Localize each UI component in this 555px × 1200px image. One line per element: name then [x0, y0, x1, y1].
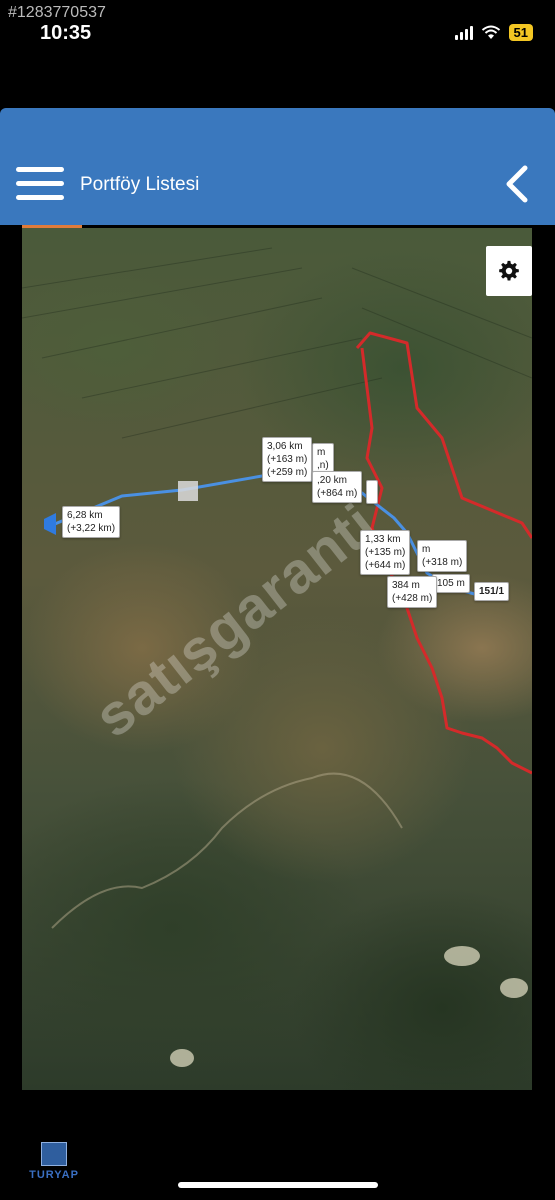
app-bar: Portföy Listesi [0, 108, 555, 225]
logo-text: TURYAP [29, 1169, 79, 1181]
distance-label[interactable]: 1,33 km (+135 m) (+644 m) [360, 530, 411, 575]
status-time: 10:35 [40, 22, 92, 44]
chevron-left-icon[interactable] [499, 164, 535, 204]
distance-label[interactable]: 6,28 km (+3,22 km) [62, 506, 121, 538]
distance-label[interactable]: m (+318 m) [417, 540, 468, 572]
status-bar: 10:35 51 [0, 0, 555, 50]
home-indicator[interactable] [178, 1182, 378, 1188]
battery-icon: 51 [508, 24, 533, 41]
map-settings-button[interactable] [486, 246, 532, 296]
status-icons: 51 [454, 24, 533, 41]
map-overlay [22, 247, 532, 1067]
turyap-logo: TURYAP [16, 1142, 92, 1181]
cellular-signal-icon [454, 25, 473, 40]
distance-label[interactable]: 3,06 km (+163 m) (+259 m) [262, 437, 313, 482]
distance-label[interactable]: ,20 km (+864 m) [312, 471, 363, 503]
route-waypoint [178, 481, 198, 501]
parcel-label[interactable]: 151/1 [474, 582, 510, 601]
logo-mark [41, 1142, 67, 1166]
wifi-icon [481, 25, 500, 39]
hamburger-menu-icon[interactable] [16, 167, 64, 201]
river-line [51, 772, 403, 929]
distance-label[interactable]: 384 m (+428 m) [387, 576, 438, 608]
distance-label-stack [366, 480, 378, 504]
start-marker-icon[interactable] [42, 511, 64, 537]
page-title: Portföy Listesi [80, 174, 200, 195]
gear-icon [499, 260, 519, 281]
distance-label[interactable]: 105 m [432, 574, 470, 593]
satellite-map[interactable]: satışgaranti 6,28 km (+3,22 km) m ,n) 3,… [22, 228, 532, 1090]
